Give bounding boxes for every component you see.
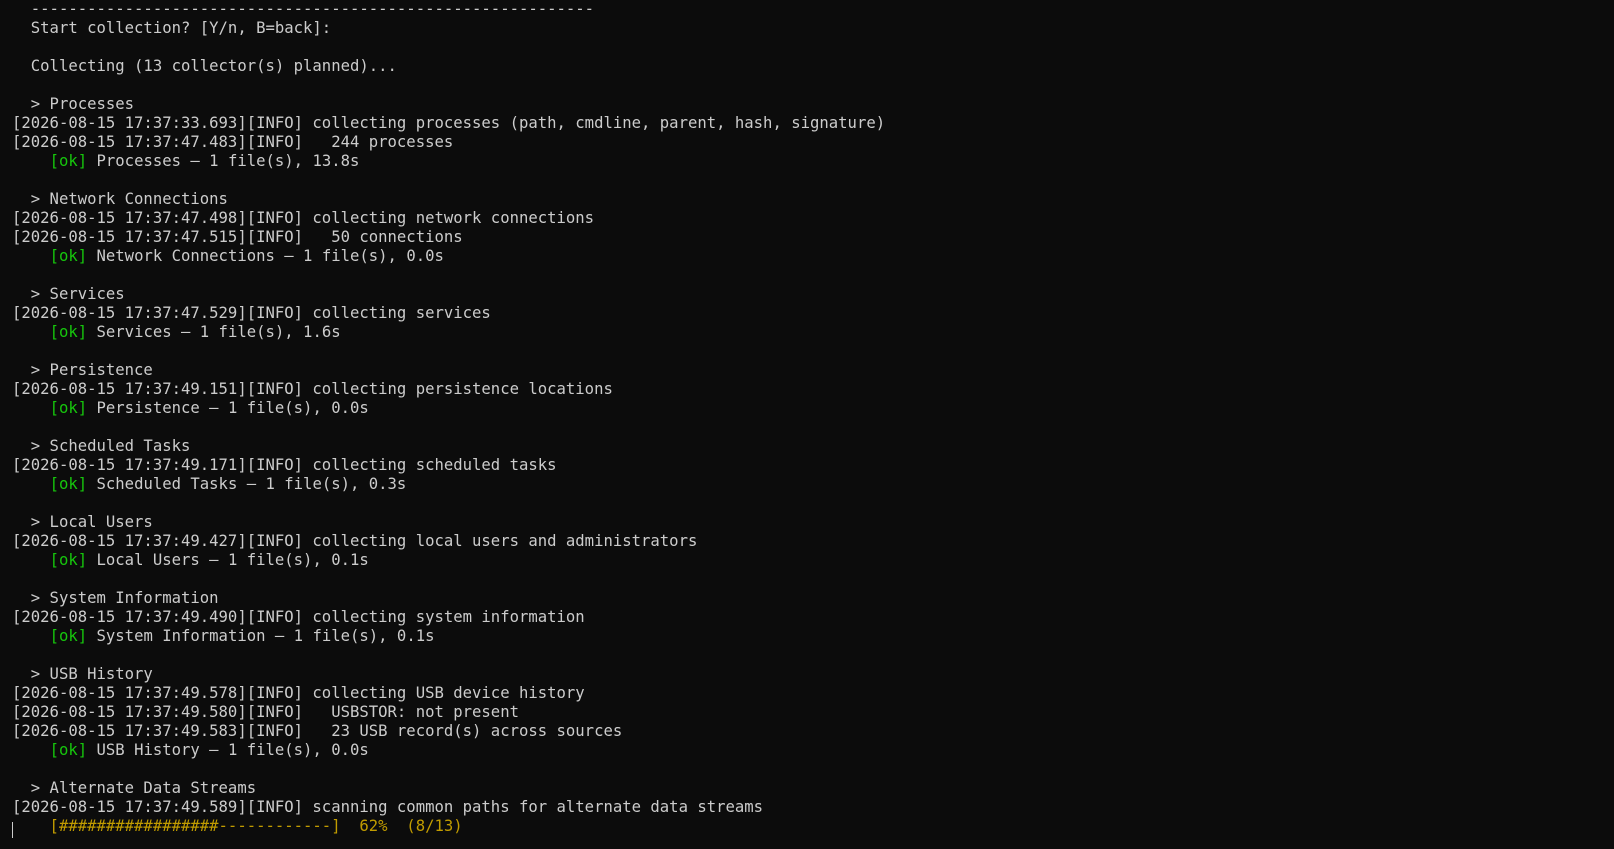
status-text: Persistence – 1 file(s), 0.0s xyxy=(87,399,369,417)
log-line: [2026-08-15 17:37:49.171][INFO] collecti… xyxy=(12,456,557,474)
status-text: Processes – 1 file(s), 13.8s xyxy=(87,152,360,170)
status-line: [ok] Services – 1 file(s), 1.6s xyxy=(12,323,1614,342)
section-header: > Services xyxy=(12,285,125,303)
status-text: Network Connections – 1 file(s), 0.0s xyxy=(87,247,444,265)
status-text: USB History – 1 file(s), 0.0s xyxy=(87,741,369,759)
ok-badge: [ok] xyxy=(49,247,88,265)
log-line: [2026-08-15 17:37:49.580][INFO] USBSTOR:… xyxy=(12,703,519,721)
status-line: [ok] Processes – 1 file(s), 13.8s xyxy=(12,152,1614,171)
status-text: Services – 1 file(s), 1.6s xyxy=(87,323,341,341)
log-line: [2026-08-15 17:37:47.529][INFO] collecti… xyxy=(12,304,491,322)
status-text: Local Users – 1 file(s), 0.1s xyxy=(87,551,369,569)
log-line: [2026-08-15 17:37:47.483][INFO] 244 proc… xyxy=(12,133,454,151)
log-line: [2026-08-15 17:37:49.151][INFO] collecti… xyxy=(12,380,613,398)
ok-badge: [ok] xyxy=(49,323,88,341)
status-text: Scheduled Tasks – 1 file(s), 0.3s xyxy=(87,475,407,493)
text-cursor xyxy=(12,822,13,838)
status-line: [ok] Local Users – 1 file(s), 0.1s xyxy=(12,551,1614,570)
section-header: > Alternate Data Streams xyxy=(12,779,257,797)
output-line: Collecting (13 collector(s) planned)... xyxy=(12,57,397,75)
section-header: > Persistence xyxy=(12,361,153,379)
log-line: [2026-08-15 17:37:49.589][INFO] scanning… xyxy=(12,798,764,816)
ok-badge: [ok] xyxy=(49,551,88,569)
status-line: [ok] USB History – 1 file(s), 0.0s xyxy=(12,741,1614,760)
output-line: Start collection? [Y/n, B=back]: xyxy=(12,19,332,37)
status-line: [ok] Persistence – 1 file(s), 0.0s xyxy=(12,399,1614,418)
output-line: ----------------------------------------… xyxy=(12,0,595,18)
section-header: > Scheduled Tasks xyxy=(12,437,191,455)
log-line: [2026-08-15 17:37:49.578][INFO] collecti… xyxy=(12,684,585,702)
log-line: [2026-08-15 17:37:49.583][INFO] 23 USB r… xyxy=(12,722,623,740)
status-line: [ok] Network Connections – 1 file(s), 0.… xyxy=(12,247,1614,266)
section-header: > Processes xyxy=(12,95,135,113)
section-header: > USB History xyxy=(12,665,153,683)
section-header: > Local Users xyxy=(12,513,153,531)
log-line: [2026-08-15 17:37:47.515][INFO] 50 conne… xyxy=(12,228,463,246)
status-text: System Information – 1 file(s), 0.1s xyxy=(87,627,435,645)
ok-badge: [ok] xyxy=(49,627,88,645)
log-line: [2026-08-15 17:37:49.427][INFO] collecti… xyxy=(12,532,698,550)
ok-badge: [ok] xyxy=(49,152,88,170)
terminal-window[interactable]: ----------------------------------------… xyxy=(0,0,1614,849)
ok-badge: [ok] xyxy=(49,741,88,759)
status-line: [ok] Scheduled Tasks – 1 file(s), 0.3s xyxy=(12,475,1614,494)
section-header: > System Information xyxy=(12,589,219,607)
log-line: [2026-08-15 17:37:47.498][INFO] collecti… xyxy=(12,209,595,227)
log-line: [2026-08-15 17:37:49.490][INFO] collecti… xyxy=(12,608,585,626)
progress-bar: [#################------------] 62% (8/1… xyxy=(12,817,463,835)
terminal-output: ----------------------------------------… xyxy=(12,0,1614,836)
status-line: [ok] System Information – 1 file(s), 0.1… xyxy=(12,627,1614,646)
ok-badge: [ok] xyxy=(49,475,88,493)
log-line: [2026-08-15 17:37:33.693][INFO] collecti… xyxy=(12,114,886,132)
ok-badge: [ok] xyxy=(49,399,88,417)
section-header: > Network Connections xyxy=(12,190,228,208)
